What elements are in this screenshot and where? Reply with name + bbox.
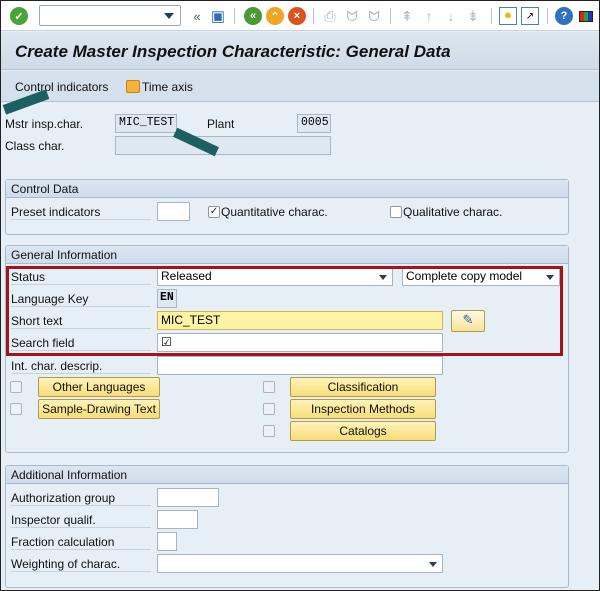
copy-model-value: Complete copy model — [406, 269, 523, 283]
fraction-calculation-label: Fraction calculation — [11, 535, 151, 550]
preset-indicators-label: Preset indicators — [11, 205, 151, 220]
short-text-label: Short text — [11, 314, 151, 329]
int-char-descrip-input[interactable] — [157, 356, 443, 375]
last-page-icon[interactable]: ⇟ — [464, 7, 482, 25]
pencil-icon: ✎ — [462, 312, 474, 327]
print-icon[interactable]: ⎙ — [321, 7, 339, 25]
language-key-label: Language Key — [11, 292, 151, 307]
class-char-label: Class char. — [5, 139, 65, 153]
back-icon[interactable]: « — [244, 7, 262, 25]
mstr-insp-char-label: Mstr insp.char. — [5, 117, 84, 131]
quantitative-label: Quantitative charac. — [221, 205, 328, 219]
additional-information-title: Additional Information — [6, 466, 568, 484]
authorization-group-input[interactable] — [157, 488, 219, 507]
control-indicators-button[interactable]: Control indicators — [15, 80, 108, 94]
fraction-calculation-input[interactable] — [157, 532, 177, 551]
qualitative-label: Qualitative charac. — [403, 205, 503, 219]
help-icon[interactable]: ? — [555, 7, 573, 25]
cancel-icon[interactable]: × — [288, 7, 306, 25]
status-dropdown[interactable]: Released — [157, 267, 393, 286]
inspector-qualif-label: Inspector qualif. — [11, 513, 151, 528]
previous-page-icon[interactable]: ↑ — [420, 7, 438, 25]
system-toolbar: ✓ « ▣ « ⌃ × ⎙ ᗢ ᗢ ⇞ ↑ ↓ ⇟ ✹ ↗ ? — [1, 1, 599, 31]
title-bar: Create Master Inspection Characteristic:… — [1, 32, 599, 70]
command-field[interactable] — [39, 5, 181, 26]
language-key-field: EN — [157, 289, 177, 308]
control-data-title: Control Data — [6, 180, 568, 198]
enter-icon[interactable]: ✓ — [10, 7, 28, 25]
inspection-methods-checkbox — [263, 403, 275, 415]
time-axis-label: Time axis — [142, 80, 193, 94]
create-session-icon[interactable]: ✹ — [499, 7, 517, 25]
copy-model-dropdown[interactable]: Complete copy model — [402, 267, 560, 286]
catalogs-button[interactable]: Catalogs — [290, 421, 436, 441]
sample-drawing-text-button[interactable]: Sample-Drawing Text — [38, 399, 160, 419]
classification-checkbox — [263, 381, 275, 393]
inspector-qualif-input[interactable] — [157, 510, 198, 529]
collapse-icon[interactable]: « — [188, 7, 206, 25]
next-page-icon[interactable]: ↓ — [442, 7, 460, 25]
qualitative-checkbox[interactable] — [390, 206, 402, 218]
save-icon[interactable]: ▣ — [209, 7, 227, 25]
status-value: Released — [161, 269, 212, 283]
scroll-icon — [126, 80, 140, 93]
catalogs-checkbox — [263, 425, 275, 437]
chevron-down-icon[interactable] — [546, 275, 554, 280]
plant-field: 0005 — [297, 114, 331, 133]
page-title: Create Master Inspection Characteristic:… — [15, 42, 451, 61]
time-axis-button[interactable]: Time axis — [126, 80, 193, 94]
first-page-icon[interactable]: ⇞ — [398, 7, 416, 25]
chevron-down-icon[interactable] — [429, 562, 437, 567]
application-toolbar: Control indicators Time axis — [1, 71, 599, 102]
classification-button[interactable]: Classification — [290, 377, 436, 397]
mstr-insp-char-field: MIC_TEST — [115, 114, 177, 133]
quantitative-checkbox[interactable]: ✓ — [208, 206, 220, 218]
general-information-title: General Information — [6, 246, 568, 264]
exit-icon[interactable]: ⌃ — [266, 7, 284, 25]
chevron-down-icon[interactable] — [164, 13, 174, 19]
sample-drawing-checkbox — [10, 403, 22, 415]
weighting-of-charac-label: Weighting of charac. — [11, 557, 151, 572]
find-next-icon[interactable]: ᗢ — [365, 7, 383, 25]
preset-indicators-field[interactable] — [157, 202, 190, 221]
inspection-methods-button[interactable]: Inspection Methods — [290, 399, 436, 419]
search-field-input[interactable]: ☑ — [157, 333, 443, 352]
customize-layout-icon[interactable] — [577, 7, 595, 25]
other-languages-button[interactable]: Other Languages — [38, 377, 160, 397]
edit-long-text-button[interactable]: ✎ — [451, 310, 485, 332]
class-char-field — [115, 136, 331, 155]
int-char-descrip-label: Int. char. descrip. — [11, 359, 151, 374]
weighting-of-charac-dropdown[interactable] — [157, 554, 443, 573]
shortcut-icon[interactable]: ↗ — [521, 7, 539, 25]
find-icon[interactable]: ᗢ — [343, 7, 361, 25]
search-field-label: Search field — [11, 336, 151, 351]
authorization-group-label: Authorization group — [11, 491, 151, 506]
other-languages-checkbox — [10, 381, 22, 393]
short-text-input[interactable]: MIC_TEST — [157, 311, 443, 330]
chevron-down-icon[interactable] — [379, 275, 387, 280]
status-label: Status — [11, 270, 151, 285]
plant-label: Plant — [207, 117, 235, 131]
